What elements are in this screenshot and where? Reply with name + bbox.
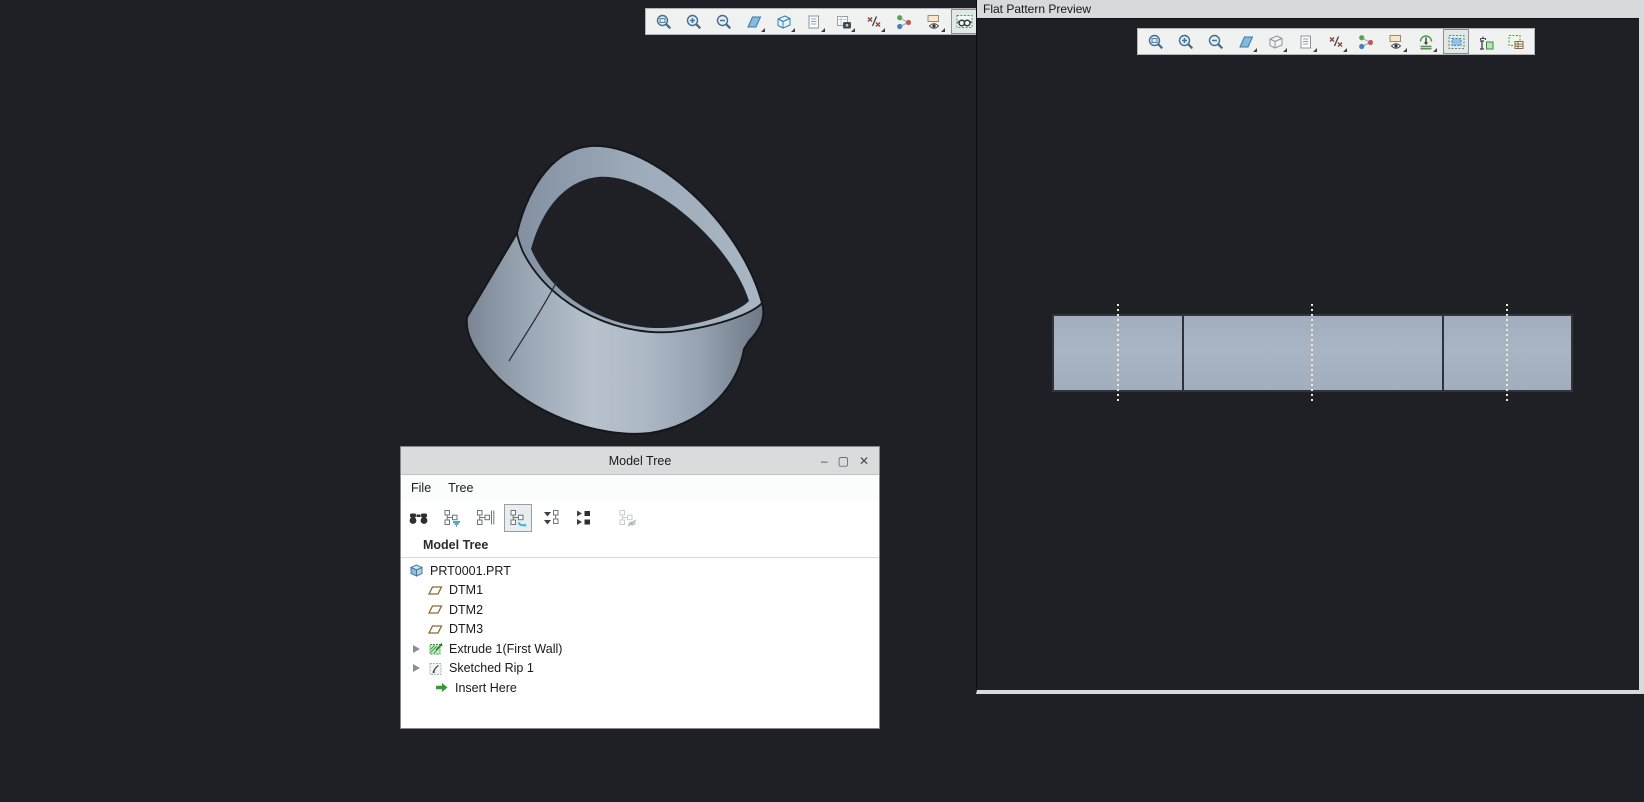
bend-line bbox=[1311, 304, 1313, 404]
tree-item-label: Sketched Rip 1 bbox=[449, 661, 534, 675]
show-annotations-icon[interactable] bbox=[1383, 29, 1409, 54]
minimize-button[interactable]: – bbox=[821, 455, 828, 467]
menu-tree[interactable]: Tree bbox=[448, 481, 473, 495]
bend-line bbox=[1506, 304, 1508, 404]
datum-plane-icon bbox=[428, 622, 443, 637]
datum-display-icon[interactable] bbox=[1323, 29, 1349, 54]
maximize-button[interactable]: ▢ bbox=[838, 455, 849, 467]
saved-views-icon[interactable] bbox=[1293, 29, 1319, 54]
expand-caret-icon[interactable] bbox=[409, 644, 428, 654]
zoom-out-icon[interactable] bbox=[711, 9, 737, 34]
display-style-icon[interactable] bbox=[1263, 29, 1289, 54]
annotation-display-icon[interactable] bbox=[1353, 29, 1379, 54]
rip-line bbox=[1182, 316, 1184, 390]
sketched-rip-icon bbox=[428, 661, 443, 676]
flat-pattern-titlebar: Flat Pattern Preview bbox=[977, 0, 1639, 19]
tree-item-label: DTM2 bbox=[449, 603, 483, 617]
zoom-in-icon[interactable] bbox=[1173, 29, 1199, 54]
filters-icon[interactable] bbox=[438, 504, 466, 532]
tree-item-extrude[interactable]: Extrude 1(First Wall) bbox=[401, 639, 879, 659]
tree-item-label: Extrude 1(First Wall) bbox=[449, 642, 562, 656]
zoom-out-icon[interactable] bbox=[1203, 29, 1229, 54]
tree-item-label: DTM3 bbox=[449, 622, 483, 636]
tree-item-dtm1[interactable]: DTM1 bbox=[401, 581, 879, 601]
repaint-icon[interactable] bbox=[1233, 29, 1259, 54]
tree-item-sketched-rip[interactable]: Sketched Rip 1 bbox=[401, 659, 879, 679]
flat-pattern-viewport[interactable] bbox=[977, 19, 1639, 689]
tree-item-dtm3[interactable]: DTM3 bbox=[401, 620, 879, 640]
datum-plane-icon bbox=[428, 602, 443, 617]
flat-pattern-toolbar bbox=[1137, 28, 1535, 55]
datum-display-icon[interactable] bbox=[861, 9, 887, 34]
model-tree-window: Model Tree – ▢ ✕ File Tree bbox=[400, 446, 880, 729]
model-tree-header: Model Tree bbox=[401, 535, 879, 558]
zoom-region-icon[interactable] bbox=[651, 9, 677, 34]
close-button[interactable]: ✕ bbox=[859, 455, 869, 467]
flat-pattern-icon[interactable] bbox=[1443, 29, 1469, 54]
find-icon[interactable] bbox=[405, 504, 433, 532]
tree-options-icon[interactable] bbox=[504, 504, 532, 532]
tree-item-insert-here[interactable]: Insert Here bbox=[401, 678, 879, 698]
graphics-toolbar bbox=[645, 8, 1013, 35]
expand-all-icon[interactable] bbox=[570, 504, 598, 532]
bend-notes-icon[interactable] bbox=[1413, 29, 1439, 54]
show-hidden-icon[interactable] bbox=[614, 504, 642, 532]
expand-caret-icon[interactable] bbox=[409, 663, 428, 673]
extrude-icon bbox=[428, 641, 443, 656]
bend-table-icon[interactable] bbox=[1503, 29, 1529, 54]
tree-columns-icon[interactable] bbox=[471, 504, 499, 532]
display-style-icon[interactable] bbox=[771, 9, 797, 34]
part-icon bbox=[409, 563, 424, 578]
dimensions-icon[interactable] bbox=[1473, 29, 1499, 54]
cad-graphics-area[interactable]: Flat Pattern Preview bbox=[0, 0, 1644, 802]
model-tree-toolbar bbox=[401, 501, 879, 535]
bend-line bbox=[1117, 304, 1119, 404]
show-annotations-icon[interactable] bbox=[921, 9, 947, 34]
view-manager-icon[interactable] bbox=[951, 9, 977, 34]
tree-item-part[interactable]: PRT0001.PRT bbox=[401, 561, 879, 581]
repaint-icon[interactable] bbox=[741, 9, 767, 34]
zoom-in-icon[interactable] bbox=[681, 9, 707, 34]
flat-pattern-preview-window: Flat Pattern Preview bbox=[976, 0, 1644, 694]
model-tree-title: Model Tree bbox=[401, 454, 879, 468]
datum-plane-icon bbox=[428, 583, 443, 598]
menu-file[interactable]: File bbox=[411, 481, 431, 495]
annotation-display-icon[interactable] bbox=[891, 9, 917, 34]
saved-views-icon[interactable] bbox=[801, 9, 827, 34]
flat-pattern-title: Flat Pattern Preview bbox=[983, 2, 1091, 16]
zoom-region-icon[interactable] bbox=[1143, 29, 1169, 54]
image-capture-icon[interactable] bbox=[831, 9, 857, 34]
model-tree-menubar: File Tree bbox=[401, 475, 879, 501]
tree-item-label: Insert Here bbox=[455, 681, 517, 695]
tree-item-label: DTM1 bbox=[449, 583, 483, 597]
collapse-all-icon[interactable] bbox=[537, 504, 565, 532]
tree-item-label: PRT0001.PRT bbox=[430, 564, 511, 578]
ring-model[interactable] bbox=[450, 130, 780, 450]
tree-item-dtm2[interactable]: DTM2 bbox=[401, 600, 879, 620]
model-tree-titlebar: Model Tree – ▢ ✕ bbox=[401, 447, 879, 475]
rip-line bbox=[1442, 316, 1444, 390]
insert-here-icon bbox=[434, 680, 449, 695]
model-tree-list: PRT0001.PRT DTM1 DTM2 DTM3 bbox=[401, 558, 879, 728]
